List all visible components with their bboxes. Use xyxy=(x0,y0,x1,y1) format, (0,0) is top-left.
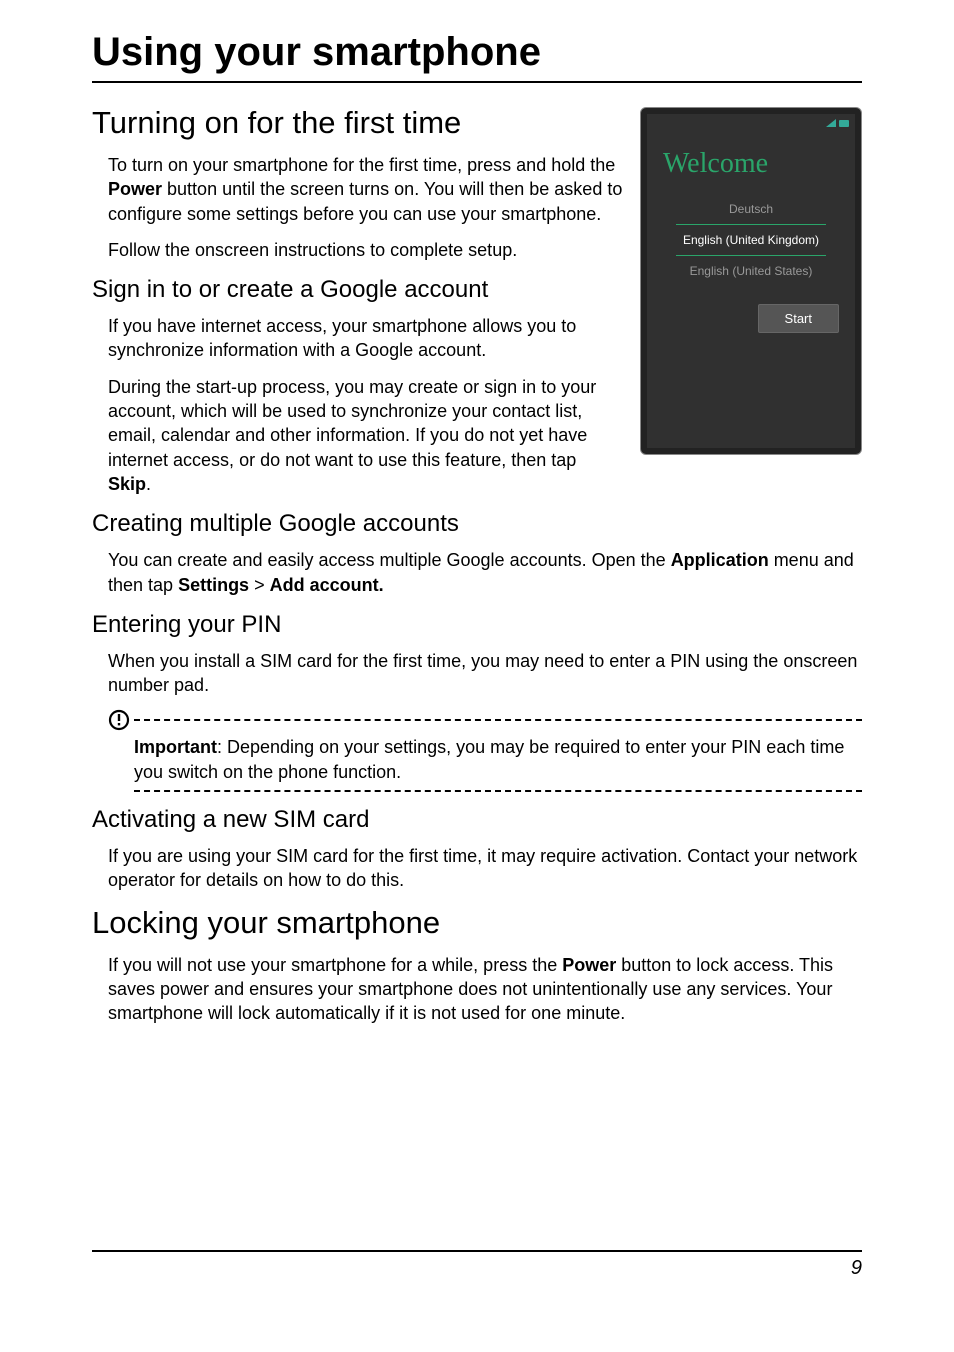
para-locking: If you will not use your smartphone for … xyxy=(108,953,862,1026)
text-bold-settings: Settings xyxy=(178,575,249,595)
chapter-title: Using your smartphone xyxy=(92,30,862,83)
text-fragment: : Depending on your settings, you may be… xyxy=(134,737,844,781)
important-note: Important: Depending on your settings, y… xyxy=(108,709,862,792)
sub-multiple-accounts: Creating multiple Google accounts xyxy=(92,510,862,538)
para-sim: If you are using your SIM card for the f… xyxy=(108,844,862,893)
text-fragment: > xyxy=(249,575,270,595)
para-pin: When you install a SIM card for the firs… xyxy=(108,649,862,698)
important-text: Important: Depending on your settings, y… xyxy=(134,731,862,790)
text-fragment: You can create and easily access multipl… xyxy=(108,550,671,570)
page-number: 9 xyxy=(851,1257,862,1280)
welcome-screen-figure: Welcome Deutsch English (United Kingdom)… xyxy=(640,107,862,455)
text-bold-skip: Skip xyxy=(108,474,146,494)
text-fragment: . xyxy=(146,474,151,494)
para-turn-on-1: To turn on your smartphone for the first… xyxy=(108,153,624,226)
text-bold-application: Application xyxy=(671,550,769,570)
text-fragment: During the start-up process, you may cre… xyxy=(108,377,596,470)
section-locking: Locking your smartphone xyxy=(92,905,862,941)
language-option-next[interactable]: English (United States) xyxy=(676,256,826,286)
para-signin-2: During the start-up process, you may cre… xyxy=(108,375,624,496)
battery-icon xyxy=(839,120,849,127)
para-turn-on-2: Follow the onscreen instructions to comp… xyxy=(108,238,624,262)
sub-entering-pin: Entering your PIN xyxy=(92,611,862,639)
text-bold-important: Important xyxy=(134,737,217,757)
language-list: Deutsch English (United Kingdom) English… xyxy=(647,194,855,286)
text-fragment: To turn on your smartphone for the first… xyxy=(108,155,615,175)
para-signin-1: If you have internet access, your smartp… xyxy=(108,314,624,363)
para-multiple: You can create and easily access multipl… xyxy=(108,548,862,597)
important-icon xyxy=(108,709,130,731)
text-bold-add-account: Add account. xyxy=(270,575,384,595)
language-option-selected[interactable]: English (United Kingdom) xyxy=(676,224,826,256)
signal-icon xyxy=(826,114,836,132)
start-button[interactable]: Start xyxy=(758,304,839,333)
text-fragment: button until the screen turns on. You wi… xyxy=(108,179,622,223)
dash-line xyxy=(134,790,862,792)
language-option-prev[interactable]: Deutsch xyxy=(676,194,826,224)
dash-line xyxy=(134,719,862,721)
text-bold-power: Power xyxy=(108,179,162,199)
text-bold-power: Power xyxy=(562,955,616,975)
status-bar xyxy=(647,114,855,132)
sub-activating-sim: Activating a new SIM card xyxy=(92,806,862,834)
footer-rule xyxy=(92,1250,862,1252)
text-fragment: If you will not use your smartphone for … xyxy=(108,955,562,975)
welcome-title: Welcome xyxy=(647,132,855,194)
